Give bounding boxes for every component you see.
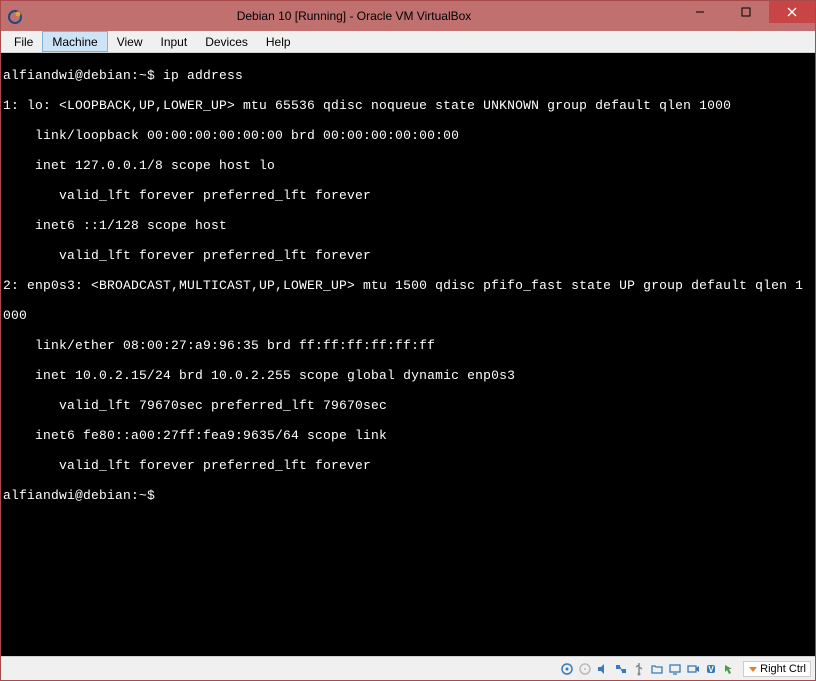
terminal-line: 2: enp0s3: <BROADCAST,MULTICAST,UP,LOWER… — [3, 278, 813, 293]
minimize-button[interactable] — [677, 1, 723, 23]
mouse-integration-icon[interactable] — [721, 661, 737, 677]
terminal-line: alfiandwi@debian:~$ ip address — [3, 68, 813, 83]
terminal-line: 000 — [3, 308, 813, 323]
svg-text:V: V — [708, 665, 714, 674]
close-button[interactable] — [769, 1, 815, 23]
menu-machine[interactable]: Machine — [42, 31, 107, 52]
network-icon[interactable] — [613, 661, 629, 677]
menu-input[interactable]: Input — [152, 31, 197, 52]
terminal-line: 1: lo: <LOOPBACK,UP,LOWER_UP> mtu 65536 … — [3, 98, 813, 113]
menu-help[interactable]: Help — [257, 31, 300, 52]
menu-file[interactable]: File — [5, 31, 42, 52]
terminal-line: alfiandwi@debian:~$ — [3, 488, 813, 503]
shared-folders-icon[interactable] — [649, 661, 665, 677]
usb-icon[interactable] — [631, 661, 647, 677]
host-key-label: Right Ctrl — [760, 663, 806, 675]
display-icon[interactable] — [667, 661, 683, 677]
arrow-down-icon — [748, 664, 758, 674]
terminal-line: inet6 ::1/128 scope host — [3, 218, 813, 233]
maximize-button[interactable] — [723, 1, 769, 23]
vm-window: Debian 10 [Running] - Oracle VM VirtualB… — [0, 0, 816, 681]
statusbar: V Right Ctrl — [1, 656, 815, 680]
terminal-line: inet 10.0.2.15/24 brd 10.0.2.255 scope g… — [3, 368, 813, 383]
menu-devices[interactable]: Devices — [196, 31, 257, 52]
host-key-indicator[interactable]: Right Ctrl — [743, 661, 811, 677]
menubar: File Machine View Input Devices Help — [1, 31, 815, 53]
audio-icon[interactable] — [595, 661, 611, 677]
guest-additions-icon[interactable]: V — [703, 661, 719, 677]
terminal-line: inet6 fe80::a00:27ff:fea9:9635/64 scope … — [3, 428, 813, 443]
terminal-line: link/ether 08:00:27:a9:96:35 brd ff:ff:f… — [3, 338, 813, 353]
optical-drive-icon[interactable] — [577, 661, 593, 677]
terminal-line: valid_lft forever preferred_lft forever — [3, 458, 813, 473]
terminal-line: inet 127.0.0.1/8 scope host lo — [3, 158, 813, 173]
recording-icon[interactable] — [685, 661, 701, 677]
window-title: Debian 10 [Running] - Oracle VM VirtualB… — [31, 9, 677, 23]
terminal-line: valid_lft 79670sec preferred_lft 79670se… — [3, 398, 813, 413]
menu-view[interactable]: View — [108, 31, 152, 52]
terminal-output[interactable]: alfiandwi@debian:~$ ip address 1: lo: <L… — [1, 53, 815, 656]
window-controls — [677, 1, 815, 31]
terminal-line: valid_lft forever preferred_lft forever — [3, 248, 813, 263]
terminal-line: link/loopback 00:00:00:00:00:00 brd 00:0… — [3, 128, 813, 143]
titlebar[interactable]: Debian 10 [Running] - Oracle VM VirtualB… — [1, 1, 815, 31]
terminal-line: valid_lft forever preferred_lft forever — [3, 188, 813, 203]
hard-disk-icon[interactable] — [559, 661, 575, 677]
app-icon — [7, 7, 25, 25]
